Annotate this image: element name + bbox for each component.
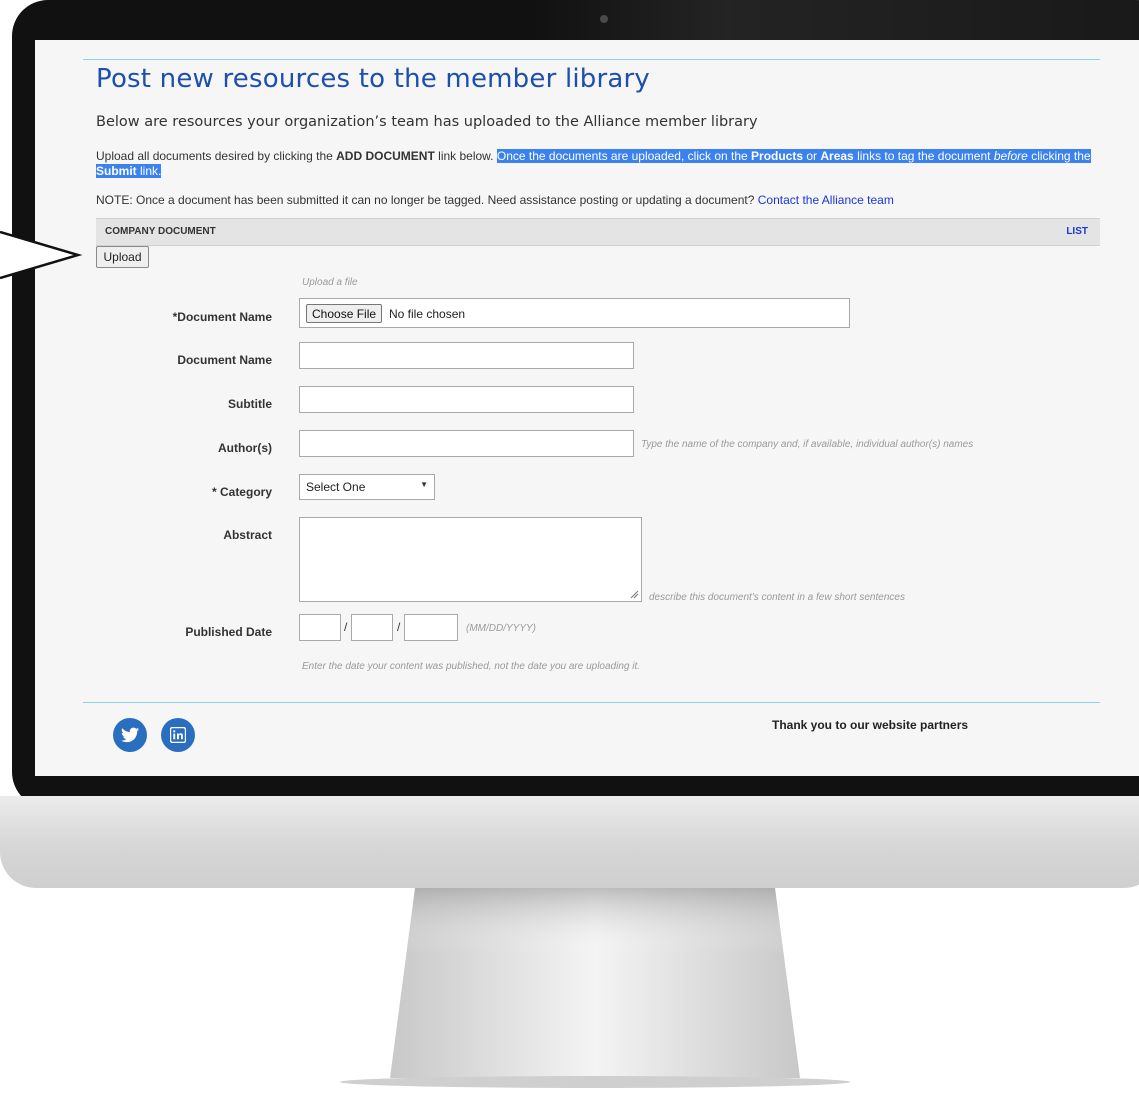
category-label: * Category <box>211 485 272 499</box>
instructions-text: Upload all documents desired by clicking… <box>96 149 337 163</box>
authors-hint: Type the name of the company and, if ava… <box>641 439 974 450</box>
products-emphasis: Products <box>751 149 804 163</box>
date-format-hint: (MM/DD/YYYY) <box>466 623 536 634</box>
areas-emphasis: Areas <box>820 149 854 163</box>
instructions-text: link. <box>136 164 162 178</box>
file-status: No file chosen <box>389 307 466 321</box>
date-year-input[interactable] <box>404 614 458 641</box>
browser-screen: Post new resources to the member library… <box>35 40 1139 776</box>
before-emphasis: before <box>993 149 1028 163</box>
twitter-icon[interactable] <box>113 718 147 752</box>
published-date-label: Published Date <box>185 625 272 639</box>
twitter-bird-icon <box>121 727 139 743</box>
subtitle-label: Subtitle <box>228 397 272 411</box>
authors-input[interactable] <box>299 430 634 457</box>
upload-hint: Upload a file <box>302 277 358 288</box>
choose-file-button[interactable]: Choose File <box>306 304 383 323</box>
company-document-header: COMPANY DOCUMENT LIST <box>96 218 1100 246</box>
date-note: Enter the date your content was publishe… <box>302 661 641 672</box>
date-separator: / <box>397 620 401 634</box>
chevron-down-icon: ▼ <box>420 480 428 489</box>
page-title: Post new resources to the member library <box>96 64 650 94</box>
page-subtitle: Below are resources your organization’s … <box>96 114 758 130</box>
document-name-label: Document Name <box>177 353 272 367</box>
subtitle-input[interactable] <box>299 386 634 413</box>
bezel-glare <box>532 0 1139 40</box>
resize-handle-icon[interactable] <box>629 589 639 599</box>
upload-button[interactable]: Upload <box>96 246 149 268</box>
category-selected: Select One <box>306 480 366 494</box>
category-select[interactable]: Select One ▼ <box>299 474 435 500</box>
instructions-text: links to tag the document <box>853 149 994 163</box>
top-divider <box>83 59 1100 60</box>
abstract-textarea[interactable] <box>299 517 642 602</box>
monitor-chin <box>0 796 1139 888</box>
document-name-input[interactable] <box>299 342 634 369</box>
instructions-text: clicking the <box>1027 149 1091 163</box>
abstract-label: Abstract <box>223 528 272 542</box>
section-title: COMPANY DOCUMENT <box>105 226 216 237</box>
submission-note: NOTE: Once a document has been submitted… <box>96 193 894 207</box>
note-text: NOTE: Once a document has been submitted… <box>96 193 758 207</box>
date-day-input[interactable] <box>351 614 393 641</box>
add-document-emphasis: ADD DOCUMENT <box>336 149 435 163</box>
camera-dot <box>600 15 608 23</box>
list-link[interactable]: LIST <box>1066 226 1088 237</box>
abstract-hint: describe this document's content in a fe… <box>649 592 905 603</box>
document-file-label: *Document Name <box>172 310 272 324</box>
partners-heading: Thank you to our website partners <box>772 718 969 732</box>
linkedin-icon[interactable] <box>161 718 195 752</box>
submit-emphasis: Submit <box>96 164 137 178</box>
instructions-text: or <box>803 149 821 163</box>
callout-arrow-icon <box>0 230 83 280</box>
file-input[interactable]: Choose File No file chosen <box>299 298 850 328</box>
bottom-divider <box>83 702 1100 703</box>
contact-team-link[interactable]: Contact the Alliance team <box>758 193 894 207</box>
instructions-text: Once the documents are uploaded, click o… <box>496 149 752 163</box>
date-separator: / <box>344 620 348 634</box>
upload-instructions: Upload all documents desired by clicking… <box>96 149 1101 179</box>
linkedin-logo-icon <box>170 727 186 743</box>
monitor-stand <box>340 888 850 1088</box>
authors-label: Author(s) <box>218 441 272 455</box>
instructions-text: link below. <box>434 149 497 163</box>
date-month-input[interactable] <box>299 614 341 641</box>
